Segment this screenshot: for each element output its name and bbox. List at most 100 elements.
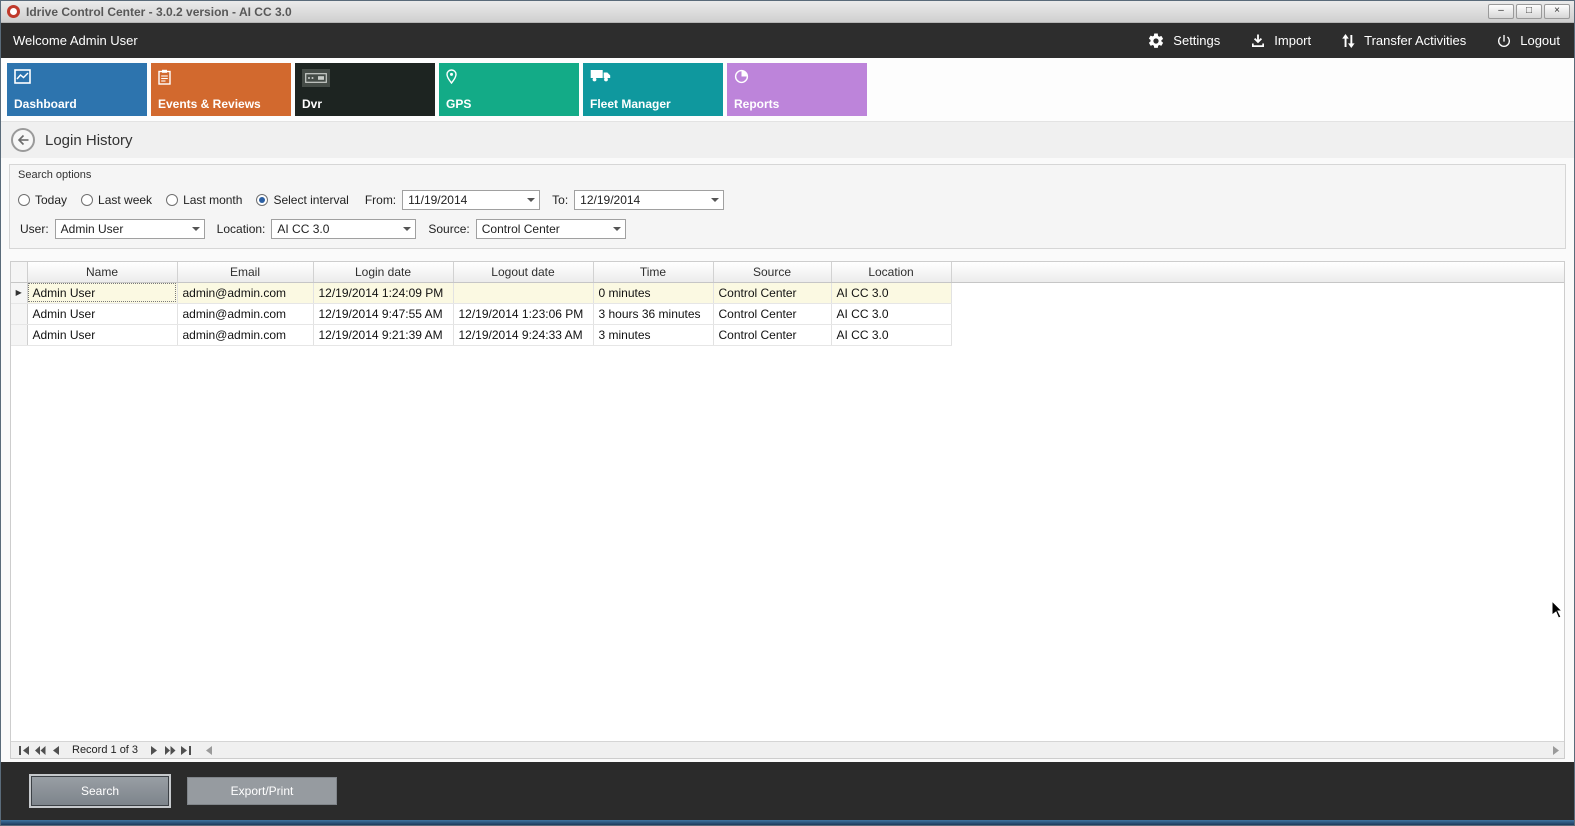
radio-label: Select interval [273,193,348,207]
radio-last-week[interactable]: Last week [81,193,152,207]
cell-location[interactable]: AI CC 3.0 [831,324,951,345]
cell-location[interactable]: AI CC 3.0 [831,282,951,303]
row-marker-icon: ▶ [11,282,27,303]
column-header-name[interactable]: Name [27,262,177,282]
table-header-row: Name Email Login date Logout date Time S… [11,262,1564,282]
from-label: From: [365,193,396,207]
radio-select-interval[interactable]: Select interval [256,193,348,207]
column-header-location[interactable]: Location [831,262,951,282]
settings-label: Settings [1173,33,1220,48]
row-indicator-header [11,262,27,282]
cell-time[interactable]: 0 minutes [593,282,713,303]
transfer-activities-button[interactable]: Transfer Activities [1341,33,1466,49]
cell-logout-date[interactable]: 12/19/2014 9:24:33 AM [453,324,593,345]
cell-location[interactable]: AI CC 3.0 [831,303,951,324]
window-title: Idrive Control Center - 3.0.2 version - … [26,5,292,19]
login-history-table: Name Email Login date Logout date Time S… [11,262,1564,346]
location-label: Location: [217,222,266,236]
cell-logout-date[interactable]: 12/19/2014 1:23:06 PM [453,303,593,324]
back-button[interactable] [11,128,35,152]
radio-circle-icon [166,194,178,206]
cell-name[interactable]: Admin User [27,324,177,345]
import-button[interactable]: Import [1250,33,1311,49]
cell-email[interactable]: admin@admin.com [177,303,313,324]
settings-button[interactable]: Settings [1147,32,1220,50]
arrow-left-icon [17,134,30,146]
tab-dashboard[interactable]: Dashboard [7,63,147,116]
tab-dvr[interactable]: Dvr [295,63,435,116]
source-combobox[interactable]: Control Center [476,219,626,239]
column-header-source[interactable]: Source [713,262,831,282]
table-row[interactable]: ▶ Admin User admin@admin.com 12/19/2014 … [11,282,1564,303]
cell-email[interactable]: admin@admin.com [177,282,313,303]
last-record-button[interactable] [178,743,194,758]
location-combobox[interactable]: AI CC 3.0 [271,219,416,239]
prev-page-button[interactable] [32,743,48,758]
maximize-button[interactable]: □ [1516,4,1542,19]
radio-label: Today [35,193,67,207]
welcome-text: Welcome Admin User [13,33,138,48]
dvr-icon [302,69,330,87]
column-header-time[interactable]: Time [593,262,713,282]
export-print-button[interactable]: Export/Print [187,777,337,805]
cell-source[interactable]: Control Center [713,282,831,303]
tab-events-reviews[interactable]: Events & Reviews [151,63,291,116]
cell-login-date[interactable]: 12/19/2014 9:21:39 AM [313,324,453,345]
cell-login-date[interactable]: 12/19/2014 9:47:55 AM [313,303,453,324]
to-label: To: [552,193,568,207]
radio-last-month[interactable]: Last month [166,193,242,207]
chevron-down-icon[interactable] [609,220,625,238]
next-page-button[interactable] [162,743,178,758]
map-pin-icon [446,69,457,84]
chevron-down-icon[interactable] [399,220,415,238]
prev-record-button[interactable] [48,743,64,758]
gear-icon [1147,32,1165,50]
tab-reports[interactable]: Reports [727,63,867,116]
table-row[interactable]: Admin User admin@admin.com 12/19/2014 9:… [11,303,1564,324]
login-history-grid: Name Email Login date Logout date Time S… [10,261,1565,759]
next-record-button[interactable] [146,743,162,758]
user-value: Admin User [56,222,188,236]
from-date-combobox[interactable]: 11/19/2014 [402,190,540,210]
logout-button[interactable]: Logout [1496,33,1560,49]
tab-gps[interactable]: GPS [439,63,579,116]
app-window: Idrive Control Center - 3.0.2 version - … [0,0,1575,826]
column-header-email[interactable]: Email [177,262,313,282]
cell-logout-date[interactable] [453,282,593,303]
cell-source[interactable]: Control Center [713,303,831,324]
chevron-down-icon[interactable] [523,191,539,209]
tile-label: Reports [734,97,779,111]
column-header-logout-date[interactable]: Logout date [453,262,593,282]
search-button[interactable]: Search [31,776,169,806]
table-row[interactable]: Admin User admin@admin.com 12/19/2014 9:… [11,324,1564,345]
cell-login-date[interactable]: 12/19/2014 1:24:09 PM [313,282,453,303]
horizontal-scrollbar[interactable] [206,746,1559,755]
minimize-button[interactable]: – [1488,4,1514,19]
cell-name[interactable]: Admin User [27,303,177,324]
to-date-value: 12/19/2014 [575,193,707,207]
column-header-login-date[interactable]: Login date [313,262,453,282]
to-date-combobox[interactable]: 12/19/2014 [574,190,724,210]
app-logo-icon [7,5,20,18]
row-indicator [11,303,27,324]
radio-today[interactable]: Today [18,193,67,207]
import-label: Import [1274,33,1311,48]
line-chart-icon [14,69,31,84]
first-record-button[interactable] [16,743,32,758]
tile-label: Dvr [302,97,322,111]
transfer-activities-label: Transfer Activities [1364,33,1466,48]
cell-name[interactable]: Admin User [27,282,177,303]
titlebar: Idrive Control Center - 3.0.2 version - … [1,1,1574,23]
chevron-down-icon[interactable] [707,191,723,209]
power-icon [1496,33,1512,49]
truck-icon [590,69,611,82]
tile-label: GPS [446,97,471,111]
tab-fleet-manager[interactable]: Fleet Manager [583,63,723,116]
cell-time[interactable]: 3 minutes [593,324,713,345]
cell-time[interactable]: 3 hours 36 minutes [593,303,713,324]
chevron-down-icon[interactable] [188,220,204,238]
user-combobox[interactable]: Admin User [55,219,205,239]
close-button[interactable]: × [1544,4,1570,19]
cell-source[interactable]: Control Center [713,324,831,345]
cell-email[interactable]: admin@admin.com [177,324,313,345]
